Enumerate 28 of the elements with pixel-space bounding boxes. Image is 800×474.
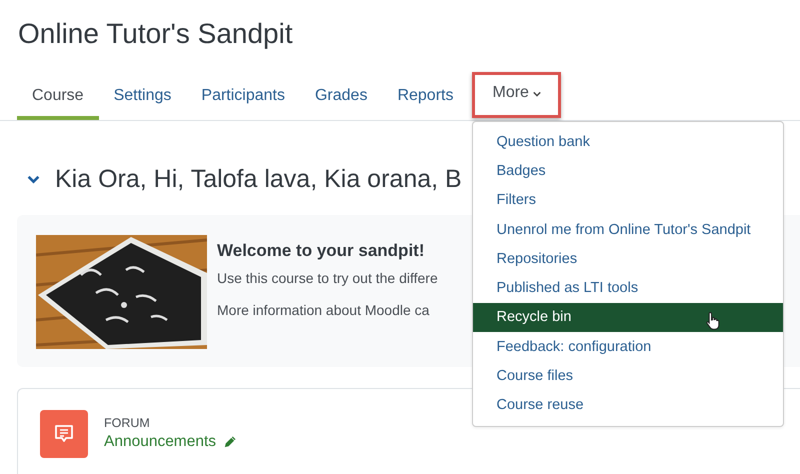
welcome-text: Use this course to try out the differe bbox=[217, 270, 438, 286]
menu-item[interactable]: Filters bbox=[473, 186, 784, 215]
nav-tab[interactable]: Course bbox=[17, 76, 99, 120]
page-title: Online Tutor's Sandpit bbox=[17, 17, 294, 51]
forum-icon bbox=[40, 410, 88, 458]
nav-tab[interactable]: Participants bbox=[186, 76, 300, 120]
nav-tab[interactable]: Reports bbox=[382, 76, 468, 120]
menu-item[interactable]: Published as LTI tools bbox=[473, 273, 784, 303]
menu-item[interactable]: Course reuse bbox=[473, 390, 784, 420]
pencil-icon[interactable] bbox=[223, 436, 236, 448]
chevron-down-icon[interactable] bbox=[27, 174, 40, 184]
menu-item[interactable]: Feedback: configuration bbox=[473, 332, 784, 362]
menu-item[interactable]: Course files bbox=[473, 361, 784, 391]
nav-tab[interactable]: Grades bbox=[300, 76, 382, 120]
menu-item[interactable]: Badges bbox=[473, 156, 784, 186]
activity-type: FORUM bbox=[104, 416, 151, 430]
caret-icon bbox=[532, 91, 541, 97]
menu-item[interactable]: Recycle bin bbox=[473, 302, 784, 332]
nav-tab[interactable]: More bbox=[472, 72, 561, 118]
activity-link[interactable]: Announcements bbox=[104, 433, 216, 451]
welcome-heading: Welcome to your sandpit! bbox=[217, 241, 426, 261]
menu-item[interactable]: Unenrol me from Online Tutor's Sandpit bbox=[473, 214, 784, 244]
menu-item[interactable]: Repositories bbox=[473, 244, 784, 274]
nav-tab[interactable]: Settings bbox=[98, 76, 186, 120]
hand-cursor-icon bbox=[705, 310, 722, 331]
menu-item[interactable]: Question bank bbox=[473, 127, 784, 156]
section-title: Kia Ora, Hi, Talofa lava, Kia orana, B bbox=[55, 164, 462, 194]
welcome-text: More information about Moodle ca bbox=[217, 302, 430, 318]
